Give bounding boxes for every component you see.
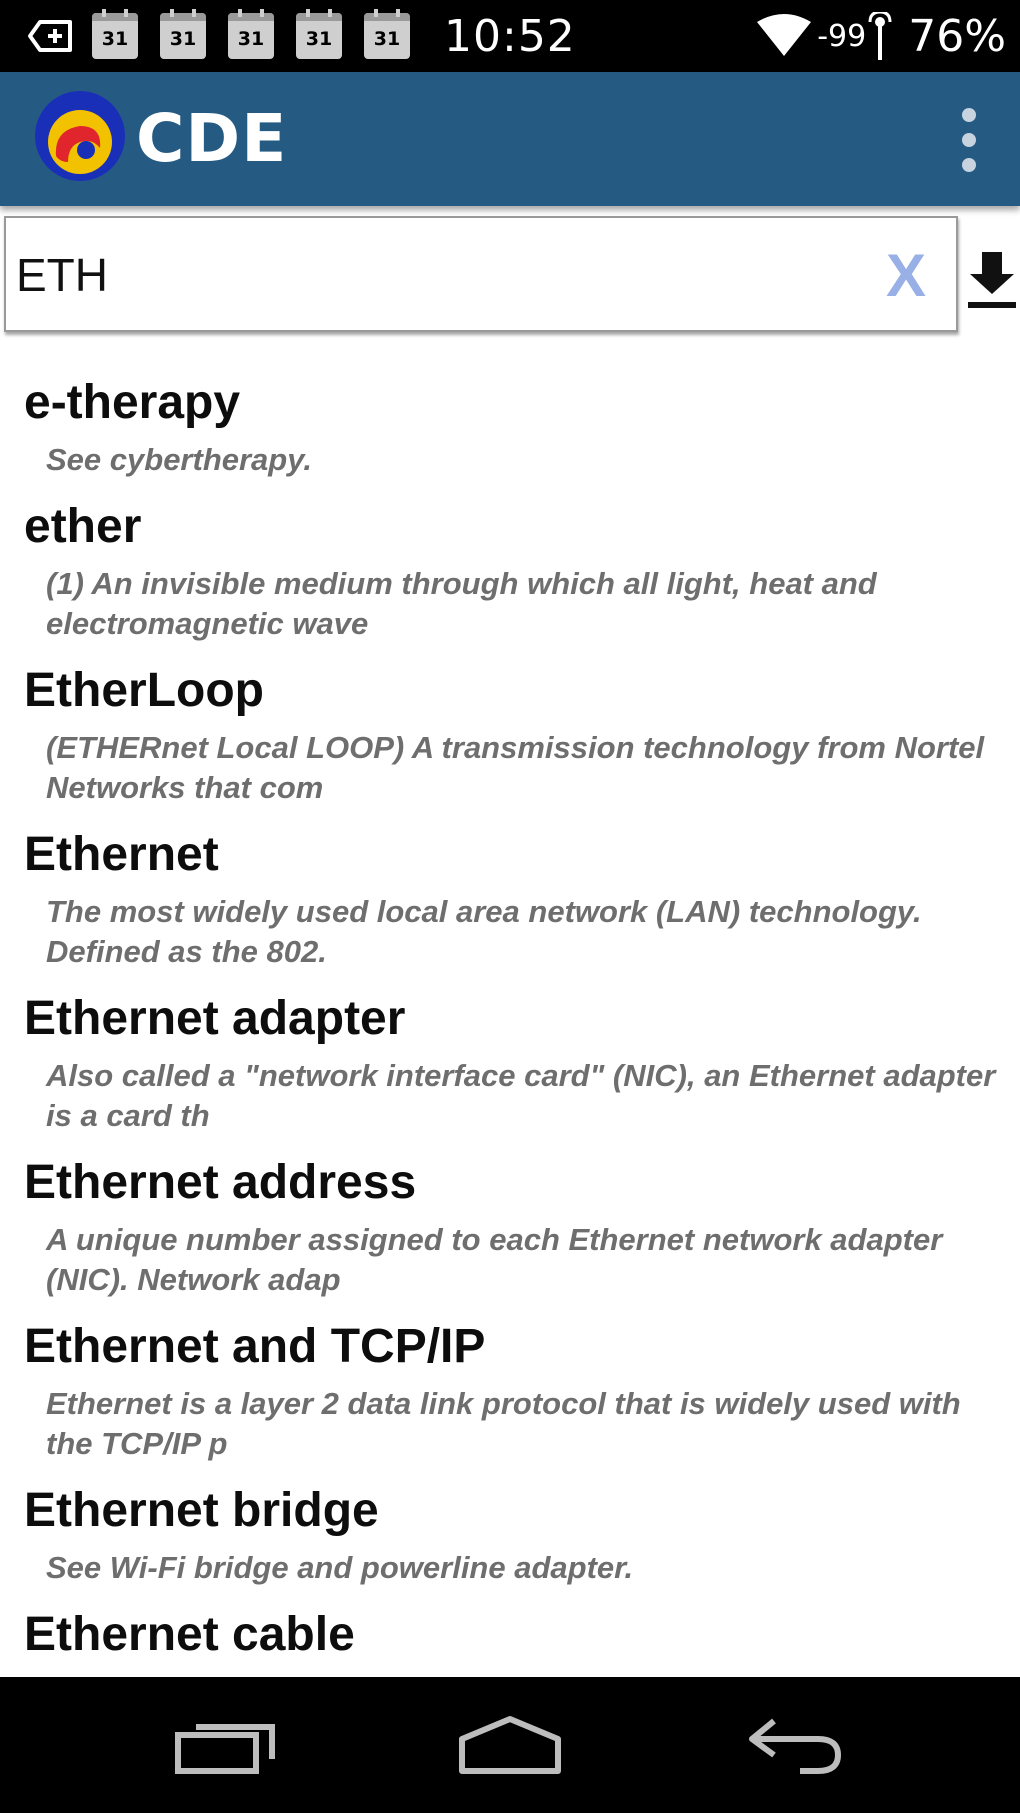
term-definition: See Wi-Fi bridge and powerline adapter. (46, 1550, 634, 1585)
list-item[interactable]: Ethernet bridge See Wi-Fi bridge and pow… (0, 1482, 1020, 1588)
calendar-icon: 31 (228, 9, 274, 59)
calendar-icon: 31 (296, 9, 342, 59)
app-bar: CDE (0, 72, 1020, 206)
term-title: Ethernet cable (24, 1608, 355, 1660)
term-definition: (ETHERnet Local LOOP) A transmission tec… (46, 730, 985, 805)
term-title: Ethernet address (24, 1156, 417, 1209)
status-bar: 31 31 31 31 31 10:52 -99 76% (0, 0, 1020, 72)
search-field[interactable]: X (4, 216, 958, 332)
list-item[interactable]: ether (1) An invisible medium through wh… (0, 498, 1020, 644)
cde-logo-icon (35, 91, 125, 181)
calendar-icon: 31 (92, 9, 138, 59)
term-definition: Also called a "network interface card" (… (46, 1058, 996, 1133)
back-icon[interactable] (744, 1715, 844, 1777)
list-item[interactable]: EtherLoop (ETHERnet Local LOOP) A transm… (0, 662, 1020, 808)
clear-search-button[interactable]: X (876, 236, 936, 316)
calendar-icon: 31 (160, 9, 206, 59)
term-definition: See cybertherapy. (46, 442, 312, 477)
clock: 10:52 (444, 10, 576, 62)
term-title: Ethernet and TCP/IP (24, 1320, 486, 1373)
wifi-icon (757, 14, 812, 56)
list-item[interactable]: Ethernet cable (0, 1606, 1020, 1660)
navigation-bar (0, 1677, 1020, 1813)
term-title: Ethernet (24, 828, 219, 881)
system-indicators: -99 76% (755, 8, 1006, 64)
add-notification-icon (28, 20, 72, 52)
list-item[interactable]: Ethernet adapter Also called a "network … (0, 990, 1020, 1136)
results-list: e-therapy See cybertherapy. ether (1) An… (0, 374, 1020, 1660)
recent-apps-icon[interactable] (174, 1715, 278, 1777)
term-definition: A unique number assigned to each Etherne… (46, 1222, 943, 1297)
list-item[interactable]: Ethernet and TCP/IP Ethernet is a layer … (0, 1318, 1020, 1464)
download-icon[interactable] (966, 248, 1018, 310)
term-title: Ethernet bridge (24, 1484, 379, 1537)
list-item[interactable]: Ethernet address A unique number assigne… (0, 1154, 1020, 1300)
term-definition: (1) An invisible medium through which al… (46, 566, 877, 641)
signal-strength-text: -99 (817, 18, 867, 54)
search-input[interactable] (14, 244, 878, 306)
battery-percent: 76% (908, 10, 1006, 62)
term-definition: The most widely used local area network … (46, 894, 922, 969)
list-item[interactable]: Ethernet The most widely used local area… (0, 826, 1020, 972)
signal-antenna-icon (868, 12, 892, 60)
term-definition: Ethernet is a layer 2 data link protocol… (46, 1386, 961, 1461)
overflow-menu-icon[interactable] (958, 108, 980, 172)
term-title: ether (24, 500, 142, 553)
list-item[interactable]: e-therapy See cybertherapy. (0, 374, 1020, 480)
term-title: Ethernet adapter (24, 992, 406, 1045)
term-title: e-therapy (24, 376, 241, 429)
calendar-icon: 31 (364, 9, 410, 59)
app-title: CDE (136, 100, 288, 177)
term-title: EtherLoop (24, 664, 264, 717)
home-icon[interactable] (456, 1715, 564, 1777)
notification-area: 31 31 31 31 31 10:52 (26, 9, 576, 62)
